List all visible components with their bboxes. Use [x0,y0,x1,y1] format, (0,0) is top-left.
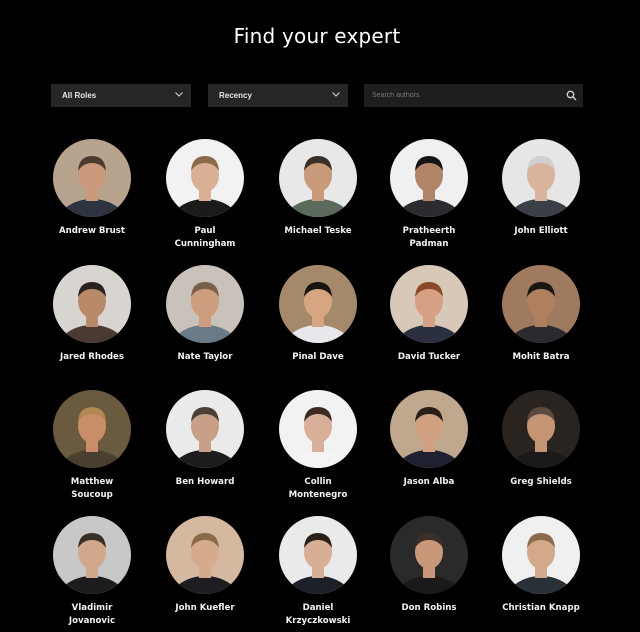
author-name[interactable]: Jason Alba [374,476,484,489]
author-portrait [390,265,468,343]
author-portrait [279,139,357,217]
author-avatar[interactable] [279,516,357,594]
author-avatar[interactable] [390,265,468,343]
author-avatar[interactable] [502,516,580,594]
author-card[interactable]: Paul Cunningham [150,139,260,251]
roles-dropdown[interactable]: All Roles [51,84,191,107]
author-avatar[interactable] [502,390,580,468]
author-name[interactable]: Vladimir Jovanovic [37,602,147,628]
search-box[interactable] [364,84,583,107]
author-portrait [390,390,468,468]
author-card[interactable]: Matthew Soucoup [37,390,147,502]
author-portrait [502,139,580,217]
author-avatar[interactable] [166,265,244,343]
author-portrait [53,516,131,594]
author-avatar[interactable] [53,516,131,594]
author-avatar[interactable] [390,139,468,217]
author-name[interactable]: Matthew Soucoup [37,476,147,502]
author-avatar[interactable] [53,390,131,468]
author-name[interactable]: Nate Taylor [150,351,260,364]
author-card[interactable]: Christian Knapp [486,516,596,615]
author-portrait [502,390,580,468]
author-portrait [502,516,580,594]
author-card[interactable]: Nate Taylor [150,265,260,364]
author-avatar[interactable] [279,390,357,468]
author-name[interactable]: Christian Knapp [486,602,596,615]
author-avatar[interactable] [166,139,244,217]
author-portrait [390,139,468,217]
author-portrait [279,265,357,343]
author-card[interactable]: Michael Teske [263,139,373,238]
author-portrait [166,390,244,468]
author-card[interactable]: Daniel Krzyczkowski [263,516,373,628]
author-name[interactable]: David Tucker [374,351,484,364]
author-card[interactable]: Don Robins [374,516,484,615]
author-name[interactable]: Daniel Krzyczkowski [263,602,373,628]
author-portrait [279,390,357,468]
author-name[interactable]: Mohit Batra [486,351,596,364]
search-icon[interactable] [566,90,577,101]
recency-dropdown[interactable]: Recency [208,84,348,107]
author-card[interactable]: David Tucker [374,265,484,364]
author-card[interactable]: Collin Montenegro [263,390,373,502]
roles-dropdown-label: All Roles [62,91,97,100]
author-name[interactable]: Collin Montenegro [263,476,373,502]
author-name[interactable]: Paul Cunningham [150,225,260,251]
author-card[interactable]: Jason Alba [374,390,484,489]
author-name[interactable]: Pinal Dave [263,351,373,364]
author-name[interactable]: Andrew Brust [37,225,147,238]
author-avatar[interactable] [502,139,580,217]
recency-dropdown-label: Recency [219,91,252,100]
page-title: Find your expert [233,24,401,48]
author-avatar[interactable] [279,139,357,217]
author-card[interactable]: Vladimir Jovanovic [37,516,147,628]
author-card[interactable]: Mohit Batra [486,265,596,364]
chevron-down-icon [175,92,183,97]
author-name[interactable]: Michael Teske [263,225,373,238]
author-avatar[interactable] [53,139,131,217]
author-card[interactable]: John Kuefler [150,516,260,615]
author-card[interactable]: Pinal Dave [263,265,373,364]
author-portrait [390,516,468,594]
author-portrait [53,390,131,468]
author-name[interactable]: Jared Rhodes [37,351,147,364]
author-name[interactable]: John Kuefler [150,602,260,615]
search-input[interactable] [364,91,554,100]
author-portrait [166,516,244,594]
chevron-down-icon [332,92,340,97]
author-avatar[interactable] [502,265,580,343]
author-portrait [166,265,244,343]
author-portrait [279,516,357,594]
author-avatar[interactable] [390,390,468,468]
author-avatar[interactable] [166,390,244,468]
author-portrait [166,139,244,217]
author-card[interactable]: Jared Rhodes [37,265,147,364]
author-portrait [53,265,131,343]
author-portrait [53,139,131,217]
author-name[interactable]: Greg Shields [486,476,596,489]
author-card[interactable]: Andrew Brust [37,139,147,238]
author-avatar[interactable] [166,516,244,594]
author-card[interactable]: Greg Shields [486,390,596,489]
author-avatar[interactable] [390,516,468,594]
author-name[interactable]: Don Robins [374,602,484,615]
author-portrait [502,265,580,343]
author-name[interactable]: Pratheerth Padman [374,225,484,251]
author-avatar[interactable] [53,265,131,343]
author-name[interactable]: John Elliott [486,225,596,238]
author-name[interactable]: Ben Howard [150,476,260,489]
author-card[interactable]: Ben Howard [150,390,260,489]
author-card[interactable]: John Elliott [486,139,596,238]
author-avatar[interactable] [279,265,357,343]
author-card[interactable]: Pratheerth Padman [374,139,484,251]
